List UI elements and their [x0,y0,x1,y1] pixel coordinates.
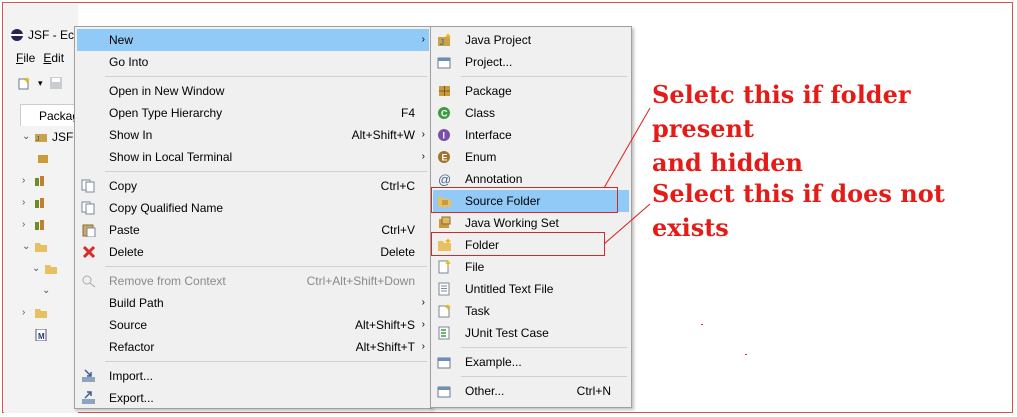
annotation-line: Seletc this if folder present [652,80,911,143]
callout-line-source-folder [603,107,651,189]
annotation-line: exists [652,213,729,242]
annotation-line: and hidden [652,148,803,177]
stray-mark [701,324,703,325]
annotation-hidden-folder: Seletc this if folder present and hidden [652,78,1017,180]
callout-line-folder [603,203,651,245]
stray-mark [745,354,747,355]
annotation-missing-folder: Select this if does not exists [652,177,945,245]
annotation-line: Select this if does not [652,179,945,208]
